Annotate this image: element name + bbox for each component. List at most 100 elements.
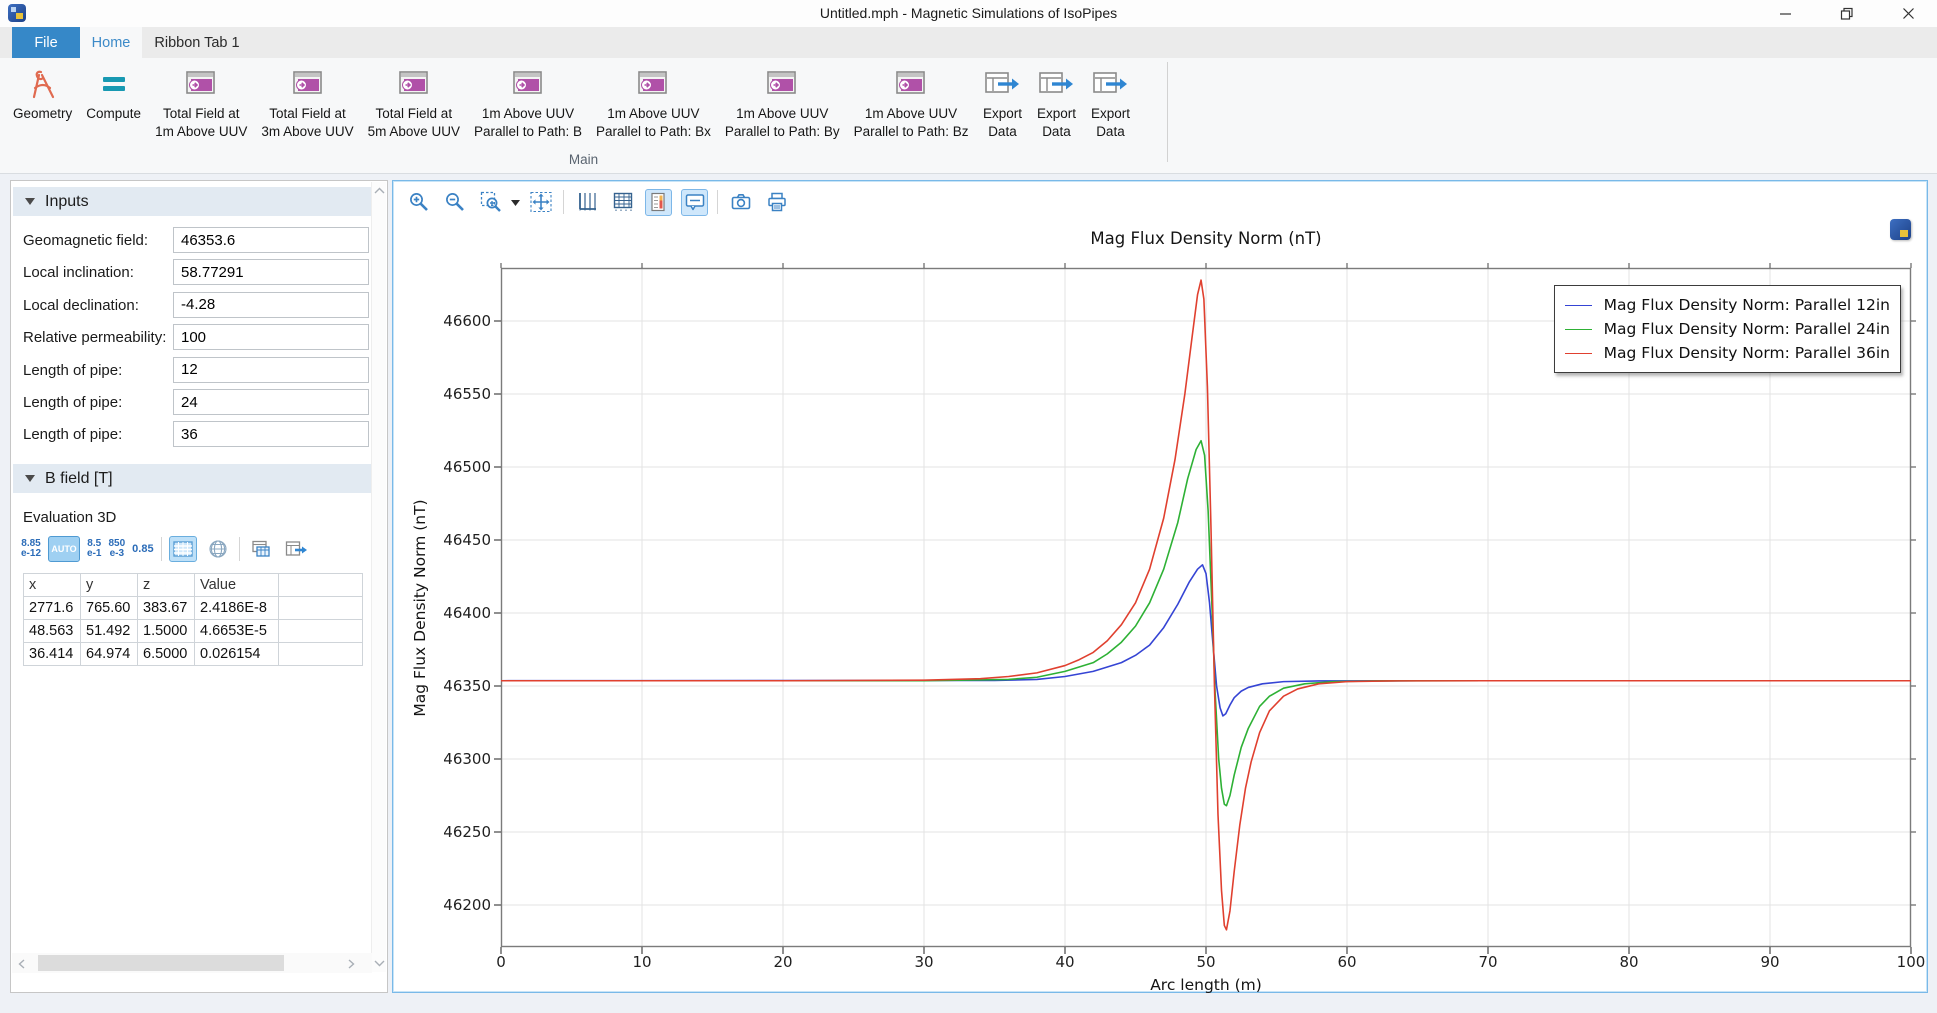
- x-tick-label: 10: [620, 953, 664, 971]
- sidebar-horizontal-scrollbar[interactable]: [12, 953, 372, 973]
- plot-window-icon: [183, 66, 219, 102]
- comsol-plot-logo-icon[interactable]: [1890, 219, 1911, 240]
- zoom-box-icon[interactable]: [477, 189, 504, 216]
- export-data-icon: [1090, 66, 1130, 102]
- axis-settings-icon[interactable]: [573, 189, 600, 216]
- export-table-icon[interactable]: [282, 536, 310, 562]
- toolbar-separator: [161, 537, 162, 561]
- ribbon-button-export-data[interactable]: ExportData: [1029, 64, 1083, 140]
- toolbar-separator: [563, 190, 564, 214]
- table-cell: 36.414: [24, 643, 81, 666]
- legend-label: Mag Flux Density Norm: Parallel 12in: [1604, 296, 1890, 314]
- minimize-button[interactable]: [1762, 0, 1808, 27]
- table-cell: 4.6653E-5: [195, 620, 279, 643]
- toolbar-separator: [717, 190, 718, 214]
- scroll-left-icon[interactable]: [18, 959, 25, 969]
- tab-file[interactable]: File: [12, 27, 80, 58]
- table-cell: 51.492: [81, 620, 138, 643]
- ribbon-button-total-field-at-5m-above-uuv[interactable]: Total Field at5m Above UUV: [361, 64, 467, 140]
- table-header-value: Value: [195, 574, 279, 597]
- field-input-length-of-pipe[interactable]: [173, 357, 369, 383]
- zoom-out-icon[interactable]: [441, 189, 468, 216]
- ribbon-button-1m-above-uuv-parallel-to-path-b[interactable]: 1m Above UUVParallel to Path: B: [467, 64, 589, 140]
- ribbon-button-row: Geometry ComputeTotal Field at1m Above UU…: [6, 64, 1137, 140]
- title-bar: Untitled.mph - Magnetic Simulations of I…: [0, 0, 1937, 27]
- legend-toggle-icon[interactable]: [645, 189, 672, 216]
- ribbon-button-1m-above-uuv-parallel-to-path-bz[interactable]: 1m Above UUVParallel to Path: Bz: [847, 64, 976, 140]
- bfield-section-header[interactable]: B field [T]: [13, 464, 373, 493]
- close-button[interactable]: [1885, 0, 1931, 27]
- plot-tooltip-toggle-icon[interactable]: [681, 189, 708, 216]
- x-axis-label: Arc length (m): [501, 976, 1911, 994]
- field-input-geomagnetic-field[interactable]: [173, 227, 369, 253]
- ribbon-button-label: 1m Above UUVParallel to Path: Bz: [854, 105, 969, 140]
- precision-0.85-button[interactable]: 0.85: [132, 544, 153, 555]
- table-cell: 2.4186E-8: [195, 597, 279, 620]
- tab-ribbon-tab-1[interactable]: Ribbon Tab 1: [142, 27, 252, 58]
- ribbon-button-label: Total Field at5m Above UUV: [368, 105, 460, 140]
- print-icon[interactable]: [763, 189, 790, 216]
- restore-button[interactable]: [1824, 0, 1870, 27]
- field-input-local-inclination[interactable]: [173, 259, 369, 285]
- ribbon-button-1m-above-uuv-parallel-to-path-bx[interactable]: 1m Above UUVParallel to Path: Bx: [589, 64, 718, 140]
- precision-8.85e-12-button[interactable]: 8.85e-12: [21, 539, 41, 559]
- table-row[interactable]: 48.56351.4921.50004.6653E-5: [24, 620, 363, 643]
- x-tick-label: 20: [761, 953, 805, 971]
- scroll-up-icon[interactable]: [374, 187, 385, 194]
- inputs-section-header[interactable]: Inputs: [13, 187, 373, 216]
- input-row: Relative permeability:: [11, 322, 373, 354]
- precision-850e-3-button[interactable]: 850e-3: [108, 539, 125, 559]
- zoom-extents-icon[interactable]: [527, 189, 554, 216]
- grid-icon[interactable]: [609, 189, 636, 216]
- auto-precision-button[interactable]: AUTO: [48, 536, 80, 562]
- ribbon-button-total-field-at-1m-above-uuv[interactable]: Total Field at1m Above UUV: [148, 64, 254, 140]
- table-cell: 64.974: [81, 643, 138, 666]
- table-cell-empty: [279, 643, 363, 666]
- evaluation-results-table[interactable]: xyzValue2771.6765.60383.672.4186E-848.56…: [23, 573, 363, 666]
- input-row: Geomagnetic field:: [11, 225, 373, 257]
- zoom-in-icon[interactable]: [405, 189, 432, 216]
- ribbon-button-label: 1m Above UUVParallel to Path: B: [474, 105, 582, 140]
- y-tick-label: 46350: [429, 677, 491, 695]
- ribbon-button-export-data[interactable]: ExportData: [1083, 64, 1137, 140]
- field-input-length-of-pipe[interactable]: [173, 389, 369, 415]
- toolbar-separator: [239, 537, 240, 561]
- table-cell-empty: [279, 620, 363, 643]
- ribbon-button-total-field-at-3m-above-uuv[interactable]: Total Field at3m Above UUV: [254, 64, 360, 140]
- plot-window-icon: [510, 66, 546, 102]
- ribbon-button-1m-above-uuv-parallel-to-path-by[interactable]: 1m Above UUVParallel to Path: By: [718, 64, 847, 140]
- plot-window-icon: [290, 66, 326, 102]
- snapshot-camera-icon[interactable]: [727, 189, 754, 216]
- ribbon-button-label: 1m Above UUVParallel to Path: By: [725, 105, 840, 140]
- scrollbar-thumb[interactable]: [38, 955, 284, 971]
- chart-legend: Mag Flux Density Norm: Parallel 12inMag …: [1554, 285, 1901, 373]
- geometry-compass-icon: [25, 66, 61, 102]
- ribbon-button-compute[interactable]: Compute: [79, 64, 148, 123]
- sidebar-vertical-scrollbar[interactable]: [371, 182, 386, 972]
- y-axis-label: Mag Flux Density Norm (nT): [411, 448, 429, 768]
- field-input-local-declination[interactable]: [173, 292, 369, 318]
- field-input-relative-permeability[interactable]: [173, 324, 369, 350]
- field-input-length-of-pipe[interactable]: [173, 421, 369, 447]
- field-label: Local declination:: [23, 297, 139, 314]
- table-cell: 1.5000: [138, 620, 195, 643]
- copy-table-icon[interactable]: [247, 536, 275, 562]
- ribbon-button-label: Geometry: [13, 105, 72, 123]
- ribbon: Geometry ComputeTotal Field at1m Above UU…: [0, 58, 1937, 174]
- ribbon-button-geometry[interactable]: Geometry: [6, 64, 79, 123]
- table-row[interactable]: 2771.6765.60383.672.4186E-8: [24, 597, 363, 620]
- graphics-plot-panel: Mag Flux Density Norm (nT) 0102030405060…: [392, 180, 1928, 993]
- y-tick-label: 46300: [429, 750, 491, 768]
- table-header-z: z: [138, 574, 195, 597]
- ribbon-button-label: ExportData: [983, 105, 1022, 140]
- table-row[interactable]: 36.41464.9746.50000.026154: [24, 643, 363, 666]
- table-view-icon[interactable]: [169, 536, 197, 562]
- x-tick-label: 50: [1184, 953, 1228, 971]
- zoom-box-dropdown[interactable]: [511, 193, 520, 211]
- precision-8.5e-1-button[interactable]: 8.5e-1: [87, 539, 101, 559]
- globe-icon[interactable]: [204, 536, 232, 562]
- tab-home[interactable]: Home: [80, 27, 142, 58]
- scroll-right-icon[interactable]: [348, 959, 355, 969]
- scroll-down-icon[interactable]: [374, 960, 385, 967]
- ribbon-button-export-data[interactable]: ExportData: [975, 64, 1029, 140]
